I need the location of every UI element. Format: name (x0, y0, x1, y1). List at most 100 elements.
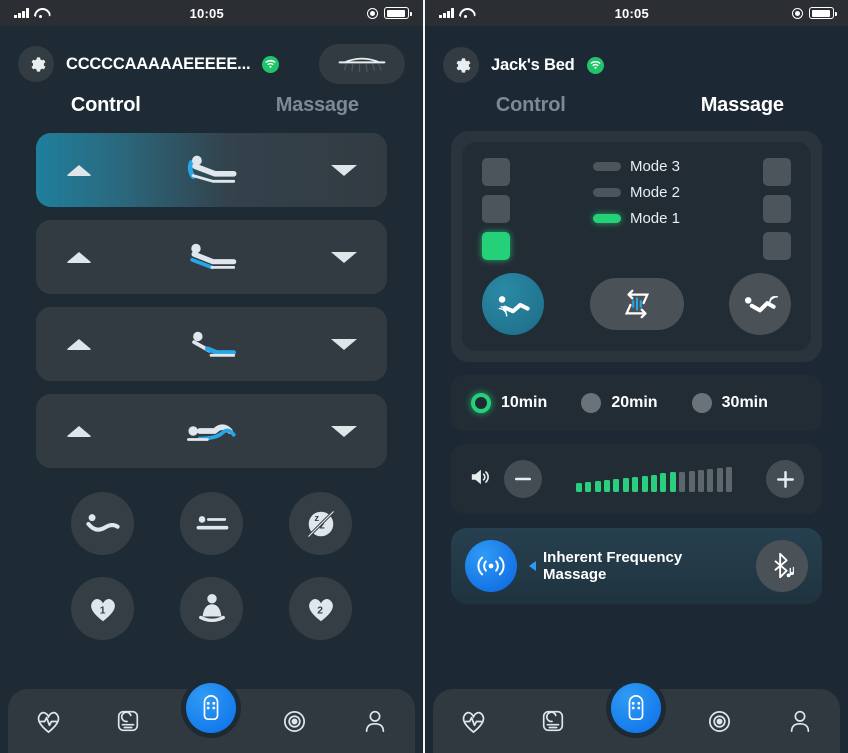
frequency-label-group: Inherent Frequency Massage (529, 549, 744, 583)
tab-massage[interactable]: Massage (212, 94, 424, 117)
wifi-connected-icon (262, 55, 280, 73)
massage-content: Mode 3 Mode 2 Mode 1 10min 20min 30min I… (425, 117, 848, 604)
bed-lumbar-wave-icon (122, 410, 301, 452)
left-tabs: Control Massage (0, 88, 423, 117)
frequency-massage-bar: Inherent Frequency Massage (451, 528, 822, 604)
intensity-bar (651, 474, 657, 492)
intensity-bar (613, 479, 620, 492)
head-down-button[interactable] (301, 133, 387, 207)
status-bar: 10:05 (425, 0, 848, 26)
mode-row: Mode 2 (592, 184, 680, 201)
device-name: Jack's Bed (491, 55, 575, 74)
led-indicator (762, 158, 791, 186)
intensity-bar (604, 480, 611, 492)
lumbar-up-button[interactable] (36, 394, 122, 468)
head-up-button[interactable] (36, 133, 122, 207)
timer-option-10min[interactable]: 10min (471, 393, 581, 413)
anti-snore-preset[interactable]: z z (289, 492, 352, 555)
tab-massage[interactable]: Massage (637, 94, 848, 117)
rotation-lock-icon (367, 7, 378, 19)
back-down-button[interactable] (301, 220, 387, 294)
nav-scenes[interactable] (273, 699, 317, 743)
status-bar: 10:05 (0, 0, 423, 26)
bed-head-raised-icon (122, 149, 301, 191)
control-row-head (36, 133, 387, 207)
nav-health[interactable] (26, 699, 70, 743)
intensity-bars[interactable] (555, 466, 753, 492)
frequency-label: Inherent Frequency Massage (543, 549, 683, 583)
intensity-bar (726, 467, 733, 492)
control-row-lumbar (36, 394, 387, 468)
foot-down-button[interactable] (301, 307, 387, 381)
right-tabs: Control Massage (425, 88, 848, 117)
intensity-bar (622, 478, 629, 492)
nav-remote[interactable] (611, 683, 662, 733)
memory-2-preset[interactable]: 2 (289, 577, 352, 640)
back-up-button[interactable] (36, 220, 122, 294)
meditation-preset[interactable] (180, 577, 243, 640)
battery-icon (384, 7, 412, 19)
bed-foot-raised-icon (122, 323, 301, 365)
dual-screenshot-container: 10:05 CCCCCAAAAAEEEEE... Control Massage… (0, 0, 848, 753)
control-rows (0, 117, 423, 468)
nav-health[interactable] (451, 699, 495, 743)
triangle-down-icon (331, 251, 357, 263)
chevron-left-icon[interactable] (529, 561, 536, 571)
led-indicator (762, 232, 791, 260)
mode-panel: Mode 3 Mode 2 Mode 1 (462, 142, 811, 351)
bed-remote-icon[interactable] (319, 44, 405, 84)
led-indicator (592, 188, 621, 197)
mode-outer-card: Mode 3 Mode 2 Mode 1 (451, 131, 822, 362)
foot-up-button[interactable] (36, 307, 122, 381)
mode-buttons (482, 273, 791, 335)
preset-buttons: z z 1 2 (0, 468, 423, 640)
cellular-bars-icon (14, 8, 29, 18)
nav-remote[interactable] (186, 683, 237, 733)
gear-icon[interactable] (18, 46, 54, 82)
timer-card: 10min 20min 30min (451, 375, 822, 431)
timer-option-20min[interactable]: 20min (581, 393, 691, 413)
memory-1-preset[interactable]: 1 (71, 577, 134, 640)
gear-icon[interactable] (443, 47, 479, 83)
nav-scenes[interactable] (698, 699, 742, 743)
left-header: CCCCCAAAAAEEEEE... (0, 26, 423, 88)
tab-control[interactable]: Control (0, 94, 212, 117)
right-phone-screen: 10:05 Jack's Bed Control Massage Mode 3 … (425, 0, 848, 753)
nav-sleep[interactable] (531, 699, 575, 743)
battery-icon (809, 7, 837, 19)
intensity-plus-button[interactable] (766, 460, 804, 498)
control-row-back (36, 220, 387, 294)
mode-row: Mode 3 (592, 158, 680, 175)
timer-label: 20min (611, 394, 658, 411)
nav-profile[interactable] (778, 699, 822, 743)
triangle-down-icon (331, 164, 357, 176)
mode-label: Mode 1 (629, 210, 681, 227)
nav-profile[interactable] (353, 699, 397, 743)
tab-control[interactable]: Control (425, 94, 637, 117)
status-time: 10:05 (189, 5, 224, 21)
foot-massage-button[interactable] (729, 273, 791, 335)
timer-label: 10min (501, 394, 548, 411)
foot-led-column (762, 158, 791, 260)
intensity-bar (669, 471, 676, 492)
triangle-up-icon (66, 164, 92, 176)
lumbar-down-button[interactable] (301, 394, 387, 468)
intensity-bar (679, 472, 686, 492)
sync-massage-button[interactable] (589, 278, 684, 330)
status-time: 10:05 (614, 5, 649, 21)
intensity-bar (594, 481, 601, 492)
led-indicator (762, 195, 791, 223)
triangle-down-icon (331, 338, 357, 350)
triangle-up-icon (66, 425, 92, 437)
head-massage-button[interactable] (482, 273, 544, 335)
right-header: Jack's Bed (425, 26, 848, 88)
zero-gravity-preset[interactable] (71, 492, 134, 555)
bluetooth-audio-icon[interactable] (756, 540, 808, 592)
intensity-bar (688, 471, 695, 492)
nav-sleep[interactable] (106, 699, 150, 743)
timer-option-30min[interactable]: 30min (691, 393, 802, 413)
led-indicator (592, 162, 621, 171)
flat-preset[interactable] (180, 492, 243, 555)
intensity-minus-button[interactable] (504, 460, 542, 498)
broadcast-icon[interactable] (465, 540, 517, 592)
